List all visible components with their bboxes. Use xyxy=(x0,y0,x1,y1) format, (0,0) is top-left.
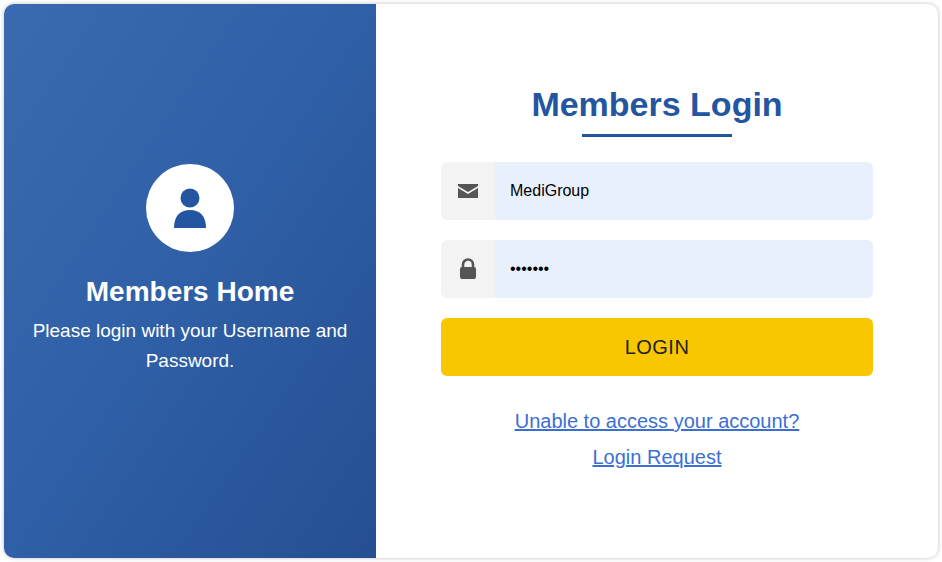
title-underline xyxy=(582,134,732,137)
login-title: Members Login xyxy=(531,82,782,126)
password-field xyxy=(441,240,873,298)
help-link[interactable]: Unable to access your account? xyxy=(515,409,800,433)
username-input[interactable] xyxy=(495,162,873,220)
members-home-subtitle: Please login with your Username and Pass… xyxy=(18,316,362,376)
login-button[interactable]: LOGIN xyxy=(441,318,873,376)
members-home-panel: Members Home Please login with your Usern… xyxy=(4,4,376,558)
envelope-icon xyxy=(457,183,479,199)
user-icon xyxy=(172,188,208,228)
login-card: Members Home Please login with your Usern… xyxy=(4,4,938,558)
lock-icon xyxy=(459,258,477,280)
username-icon-box xyxy=(441,162,495,220)
user-avatar xyxy=(146,164,234,252)
help-links: Unable to access your account? Login Requ… xyxy=(515,409,800,469)
login-panel: Members Login LOGIN Unable to access your … xyxy=(376,4,938,558)
login-form: LOGIN xyxy=(441,162,873,376)
password-icon-box xyxy=(441,240,495,298)
help-link[interactable]: Login Request xyxy=(593,445,722,469)
username-field xyxy=(441,162,873,220)
password-input[interactable] xyxy=(495,240,873,298)
members-home-title: Members Home xyxy=(86,274,295,310)
